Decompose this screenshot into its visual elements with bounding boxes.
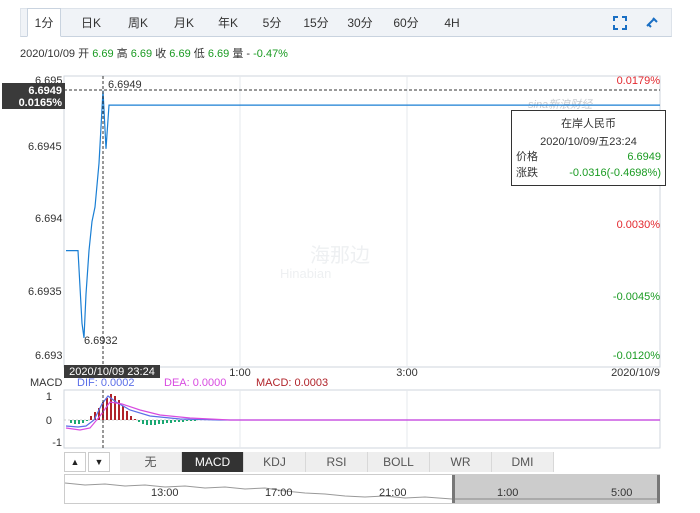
pct-tick: 0.0179% [617,75,661,87]
indicator-wr[interactable]: WR [430,452,492,472]
macd-bar [122,406,124,420]
crosshair-pct: 0.0165% [19,97,63,109]
tooltip-price-row: 价格 6.6949 [512,149,665,165]
macd-frame [63,389,661,449]
macd-bar [74,420,76,424]
macd-legend: MACD DIF: 0.0002 DEA: 0.0000 MACD: 0.000… [30,377,328,389]
pct-tick: -0.0045% [613,291,660,303]
indicator-macd[interactable]: MACD [182,452,244,472]
macd-bar [194,420,196,421]
tooltip-change-label: 涨跌 [516,167,538,179]
tooltip-datetime: 2020/10/09/五23:24 [540,136,637,148]
indicator-none[interactable]: 无 [120,452,182,472]
arrow-down-button[interactable]: ▼ [88,452,110,472]
macd-bar [190,420,192,421]
arrow-up-button[interactable]: ▲ [64,452,86,472]
macd-tick: -1 [52,437,62,449]
macd-bar [78,420,80,424]
macd-bar [174,420,176,422]
indicator-kdj[interactable]: KDJ [244,452,306,472]
tooltip-price: 6.6949 [627,151,661,163]
hinabian-watermark: 海那边 [310,243,370,267]
max-price-label: 6.6949 [108,79,142,91]
price-axis: 6.695 6.6945 6.694 6.6935 6.693 [28,75,63,362]
macd-dea: DEA: 0.0000 [164,377,226,389]
price-tick: 6.6945 [28,141,62,153]
macd-bar [150,420,152,425]
price-chart[interactable]: 海那边 Hinabian sina新浪财经 6.695 6.6945 6.694… [0,0,700,513]
macd-bar [182,420,184,422]
macd-bar [154,420,156,425]
tooltip-change: -0.0316(-0.4698%) [569,167,661,179]
tooltip-change-row: 涨跌 -0.0316(-0.4698%) [512,165,665,181]
indicator-rsi[interactable]: RSI [306,452,368,472]
macd-bar [126,411,128,420]
time-tick: 2020/10/9 [611,367,660,379]
macd-bar [130,416,132,420]
macd-bar [106,398,108,420]
pct-tick: 0.0030% [617,219,661,231]
navigator-time: 13:00 [151,487,179,499]
min-price-label: 6.6932 [84,335,118,347]
macd-dif: DIF: 0.0002 [77,377,134,389]
macd-bar [158,420,160,424]
indicator-boll[interactable]: BOLL [368,452,430,472]
macd-bar [146,420,148,425]
time-tick: 1:00 [229,367,250,379]
price-tooltip: 在岸人民币 2020/10/09/五23:24 价格 6.6949 涨跌 -0.… [511,110,666,186]
macd-value: MACD: 0.0003 [256,377,328,389]
macd-bar [134,419,136,420]
hinabian-watermark-en: Hinabian [280,266,331,281]
macd-bar [162,420,164,424]
macd-tick: 1 [46,391,52,403]
macd-title: MACD [30,377,62,389]
macd-bar [166,420,168,423]
macd-bar [114,396,116,420]
time-navigator[interactable]: 13:00 17:00 21:00 1:00 5:00 [64,474,660,504]
price-tick: 6.693 [35,350,63,362]
price-tick: 6.694 [35,213,63,225]
macd-bar [82,420,84,423]
tooltip-price-label: 价格 [516,151,538,163]
navigator-time: 17:00 [265,487,293,499]
macd-bar [186,420,188,421]
navigator-time: 1:00 [497,487,519,499]
navigator-time: 5:00 [611,487,633,499]
indicator-dmi[interactable]: DMI [492,452,554,472]
macd-bar [138,420,140,422]
macd-bar [142,420,144,424]
crosshair-price: 6.6949 [28,85,62,97]
macd-tick: 0 [46,415,52,427]
macd-bar [90,416,92,420]
macd-bar [170,420,172,423]
time-tick: 3:00 [396,367,417,379]
navigator-time: 21:00 [379,487,407,499]
price-tick: 6.6935 [28,286,62,298]
tooltip-name: 在岸人民币 [561,118,616,130]
macd-bar [178,420,180,422]
indicator-bar: ▲ ▼ 无 MACD KDJ RSI BOLL WR DMI [64,452,660,472]
macd-bar [86,420,88,421]
macd-bar [70,420,72,423]
pct-tick: -0.0120% [613,350,660,362]
